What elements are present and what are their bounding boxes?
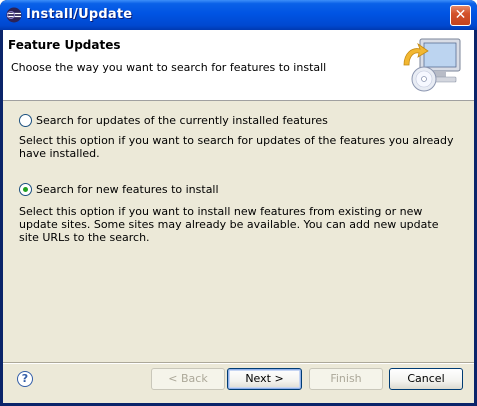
- button-bar-separator: [3, 362, 474, 364]
- eclipse-icon: [6, 7, 22, 23]
- option-update-installed-description: Select this option if you want to search…: [19, 134, 454, 160]
- cancel-button[interactable]: Cancel: [389, 368, 463, 390]
- install-update-wizard-icon: [403, 38, 461, 92]
- radio-search-new[interactable]: [19, 183, 32, 196]
- install-update-dialog: Install/Update ✕ Feature Updates Choose …: [0, 0, 477, 406]
- title-bar[interactable]: Install/Update ✕: [0, 0, 477, 30]
- help-icon[interactable]: ?: [17, 371, 33, 387]
- radio-search-new-label[interactable]: Search for new features to install: [36, 183, 219, 196]
- next-button[interactable]: Next >: [227, 368, 302, 390]
- finish-button[interactable]: Finish: [309, 368, 383, 390]
- wizard-header: Feature Updates Choose the way you want …: [3, 30, 474, 101]
- window-title: Install/Update: [26, 7, 133, 22]
- page-description: Choose the way you want to search for fe…: [11, 61, 327, 74]
- option-search-new-description: Select this option if you want to instal…: [19, 205, 439, 244]
- close-icon: ✕: [454, 7, 467, 23]
- dialog-body: Feature Updates Choose the way you want …: [3, 30, 474, 403]
- radio-update-installed-label[interactable]: Search for updates of the currently inst…: [36, 114, 328, 127]
- radio-update-installed[interactable]: [19, 114, 32, 127]
- option-update-installed[interactable]: Search for updates of the currently inst…: [19, 114, 328, 127]
- close-button[interactable]: ✕: [450, 5, 471, 26]
- back-button[interactable]: < Back: [151, 368, 225, 390]
- option-search-new[interactable]: Search for new features to install: [19, 183, 219, 196]
- page-title: Feature Updates: [8, 38, 121, 52]
